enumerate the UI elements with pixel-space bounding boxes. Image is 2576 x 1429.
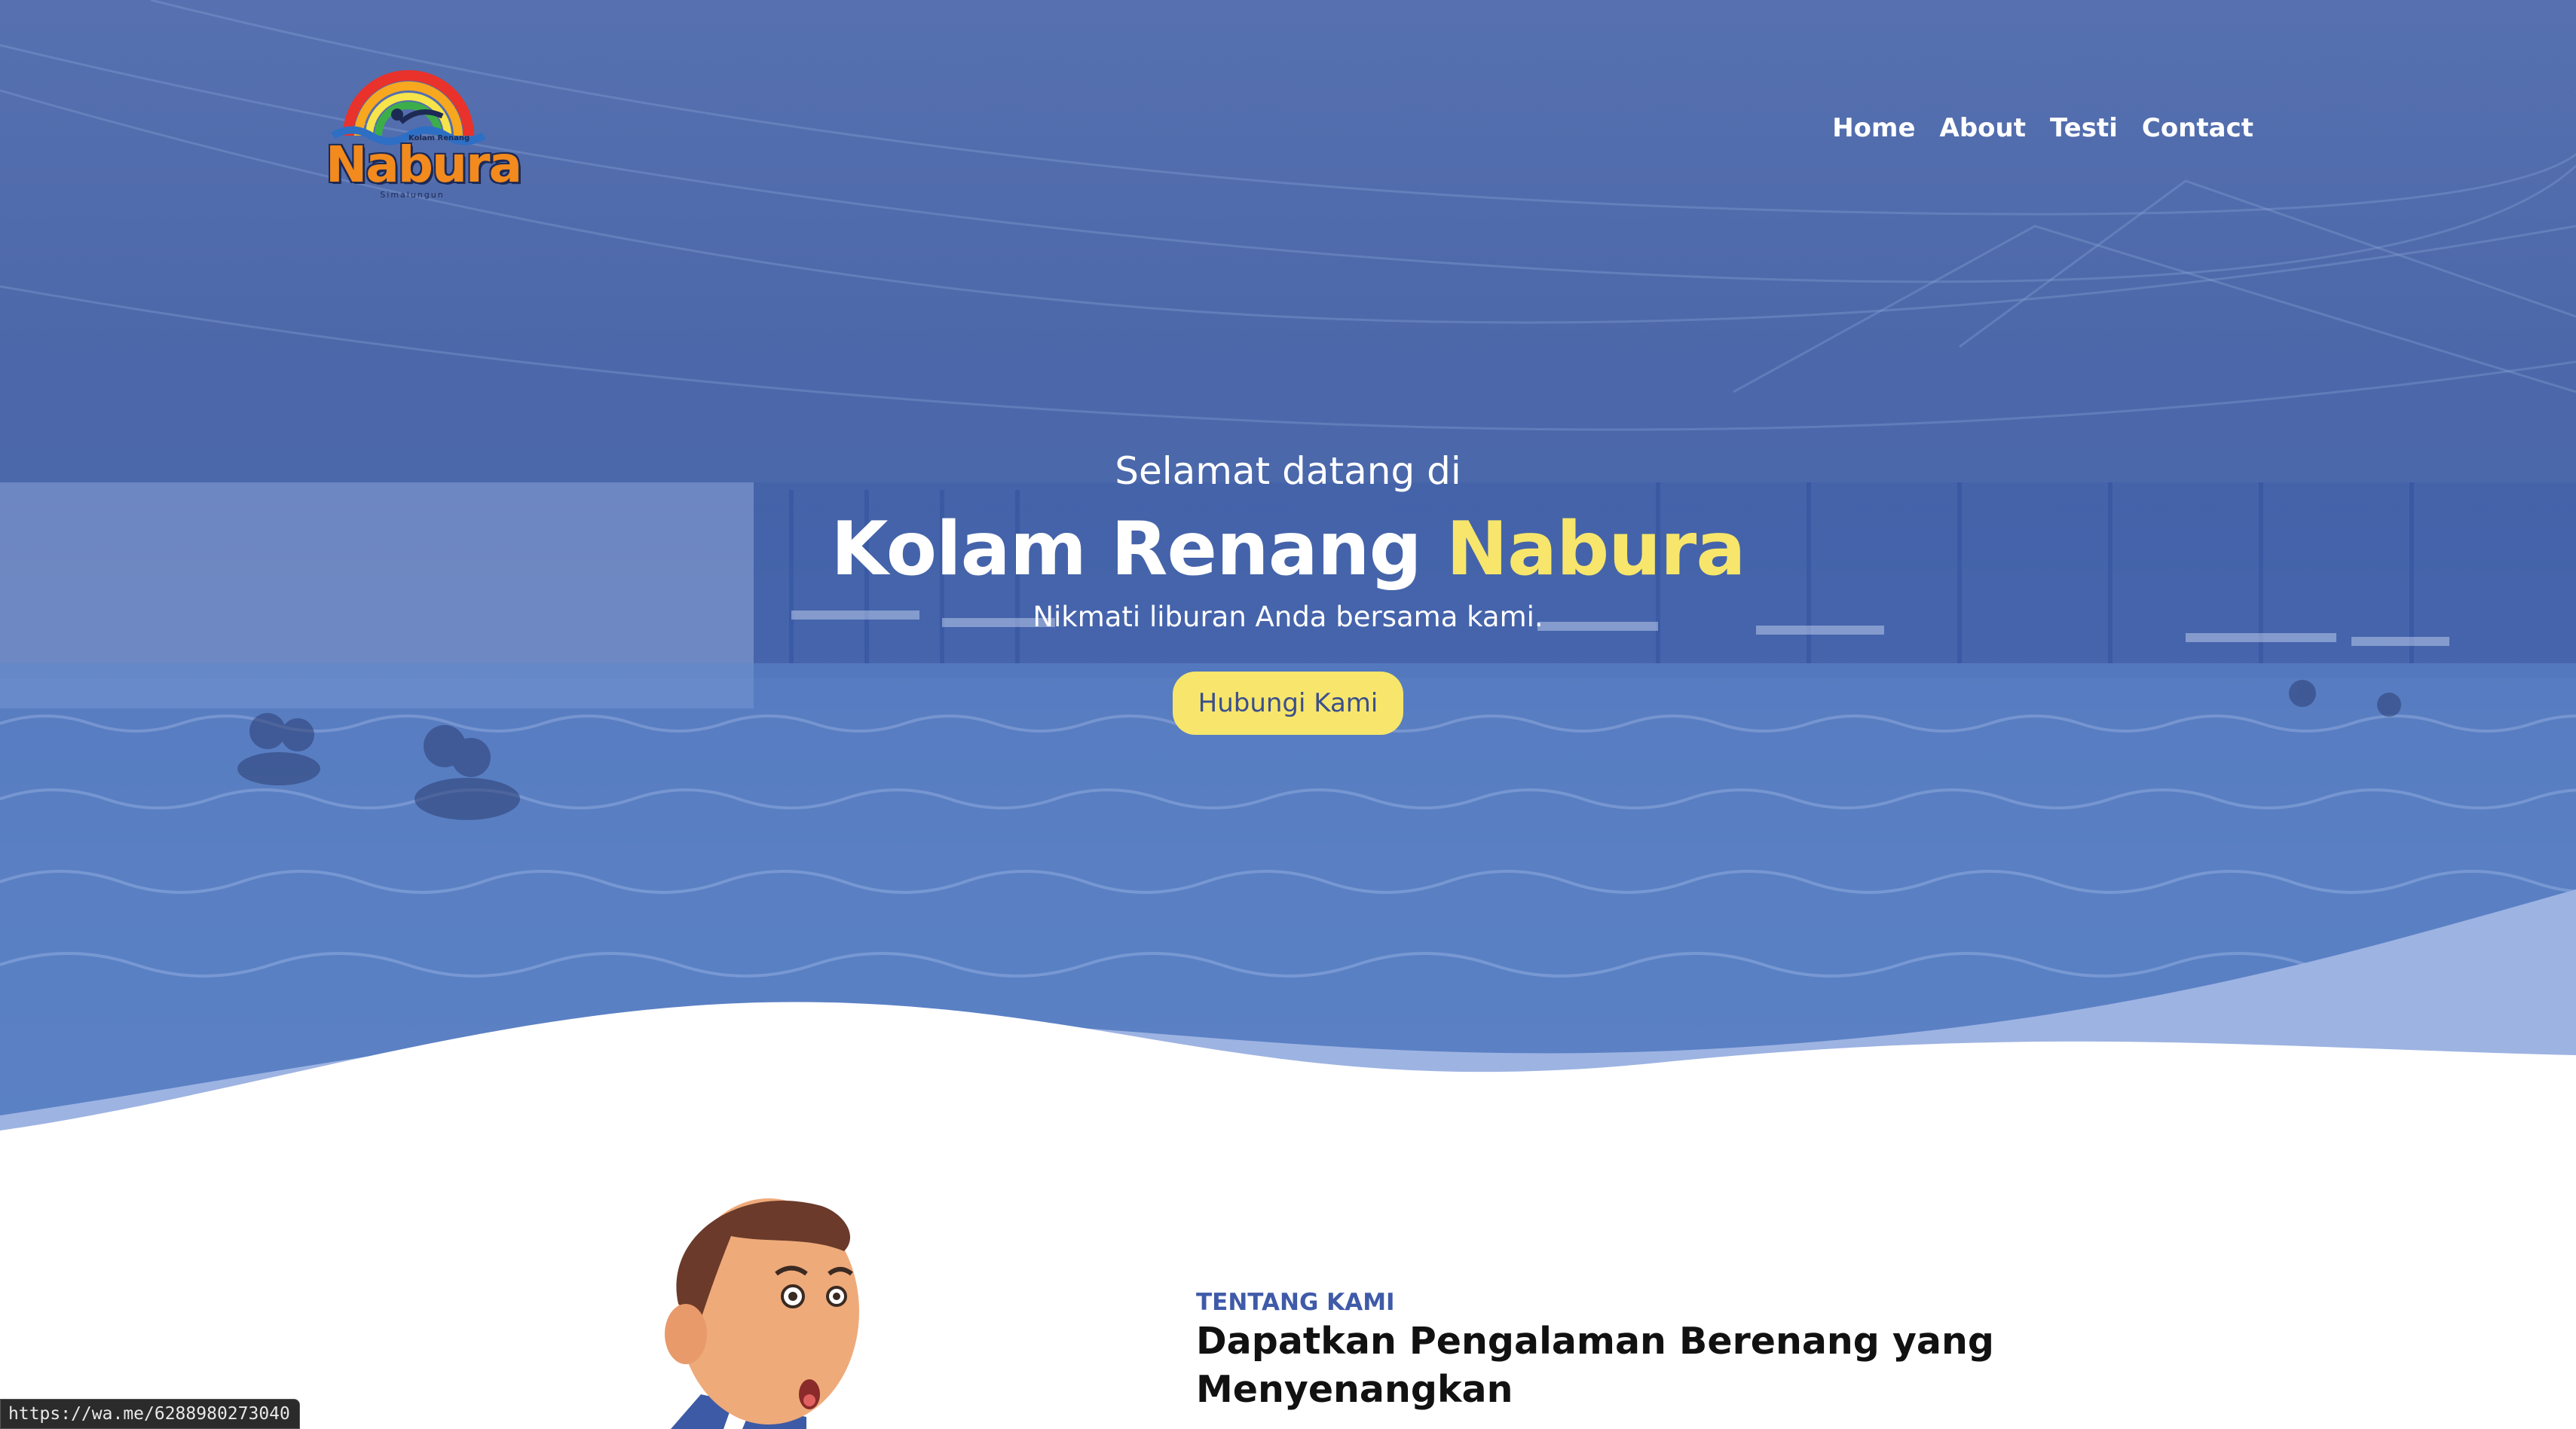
contact-us-button[interactable]: Hubungi Kami [1172,672,1404,735]
logo-wordmark: Nabura [326,136,522,194]
about-kicker: TENTANG KAMI [1196,1289,1395,1316]
hero-tagline: Nikmati liburan Anda bersama kami. [1033,601,1543,633]
about-title: Dapatkan Pengalaman Berenang yang Menyen… [1196,1320,1994,1411]
browser-status-url: https://wa.me/6288980273040 [0,1399,300,1429]
brand-logo[interactable]: Kolam Renang Nabura Simalungun [326,60,522,203]
nav-home-link[interactable]: Home [1832,113,1915,143]
nav-contact-link[interactable]: Contact [2142,113,2253,143]
hero-content: Selamat datang di Kolam Renang Nabura Ni… [0,441,2576,735]
hero-title-accent: Nabura [1446,506,1746,592]
logo-tagline: Simalungun [380,190,445,200]
nav-about-link[interactable]: About [1940,113,2026,143]
hero-subtitle: Selamat datang di [1115,449,1461,493]
hero-title: Kolam Renang Nabura [0,501,2576,598]
hero-title-main: Kolam Renang [831,506,1422,592]
hero-wave-divider [0,889,2576,1138]
main-navigation: Home About Testi Contact [1832,113,2253,143]
nav-testi-link[interactable]: Testi [2050,113,2118,143]
surprised-swimmer-illustration [665,1198,859,1429]
